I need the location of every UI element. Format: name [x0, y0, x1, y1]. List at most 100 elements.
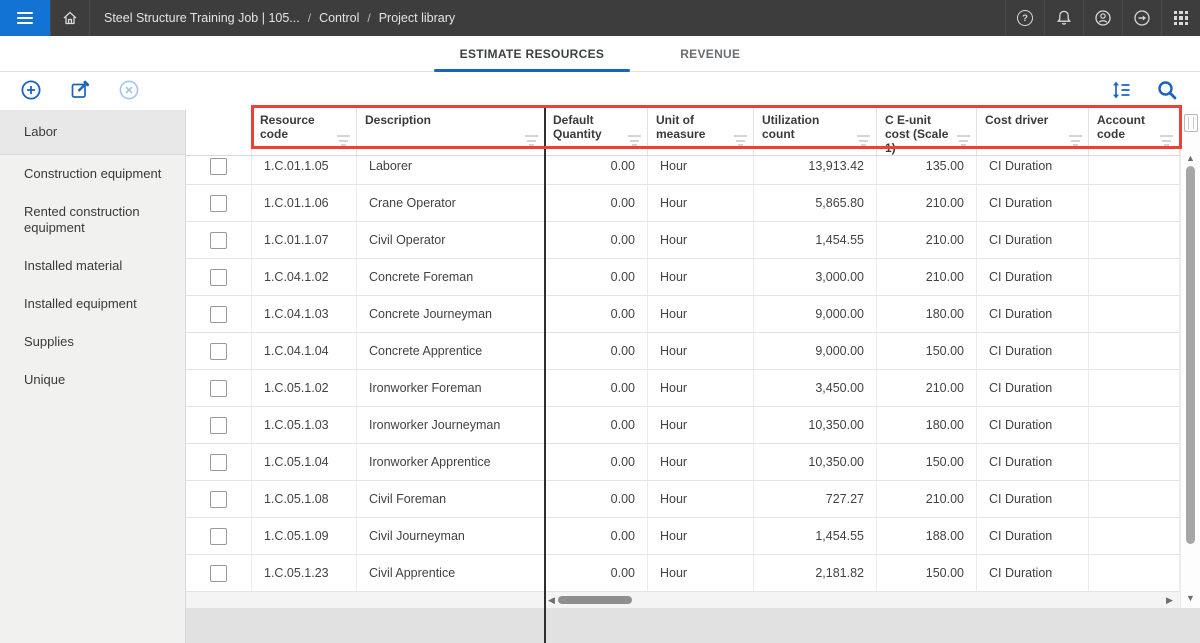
cell-account_code[interactable]	[1089, 555, 1180, 592]
cell-unit_of_measure[interactable]: Hour	[648, 370, 754, 407]
cell-cost_driver[interactable]: CI Duration	[977, 407, 1089, 444]
table-row[interactable]: 1.C.01.1.06Crane Operator0.00Hour5,865.8…	[186, 185, 1180, 222]
search-button[interactable]	[1156, 79, 1178, 101]
cell-code[interactable]: 1.C.05.1.04	[252, 444, 357, 481]
row-checkbox[interactable]	[210, 528, 227, 545]
cell-default_quantity[interactable]: 0.00	[545, 185, 648, 222]
filter-icon[interactable]	[628, 135, 641, 146]
scroll-up-button[interactable]: ▲	[1186, 150, 1195, 166]
cell-ce_unit_cost[interactable]: 150.00	[877, 444, 977, 481]
column-settings-icon[interactable]	[1184, 114, 1198, 132]
cell-cost_driver[interactable]: CI Duration	[977, 259, 1089, 296]
cell-unit_of_measure[interactable]: Hour	[648, 555, 754, 592]
cell-unit_of_measure[interactable]: Hour	[648, 185, 754, 222]
cell-account_code[interactable]	[1089, 518, 1180, 555]
sidebar-item-installed-equipment[interactable]: Installed equipment	[0, 285, 185, 323]
account-button[interactable]	[1083, 0, 1122, 36]
table-row[interactable]: 1.C.05.1.09Civil Journeyman0.00Hour1,454…	[186, 518, 1180, 555]
sidebar-item-supplies[interactable]: Supplies	[0, 323, 185, 361]
cell-unit_of_measure[interactable]: Hour	[648, 333, 754, 370]
row-checkbox[interactable]	[210, 232, 227, 249]
cell-code[interactable]: 1.C.05.1.02	[252, 370, 357, 407]
cell-ce_unit_cost[interactable]: 188.00	[877, 518, 977, 555]
add-resource-button[interactable]	[20, 79, 42, 101]
sidebar-item-rented-construction-equipment[interactable]: Rented construction equipment	[0, 193, 185, 247]
column-header-utilization-count[interactable]: Utilization count	[754, 108, 877, 156]
cell-description[interactable]: Ironworker Journeyman	[357, 407, 545, 444]
row-select-cell[interactable]	[186, 555, 252, 592]
cell-utilization_count[interactable]: 10,350.00	[754, 444, 877, 481]
filter-icon[interactable]	[1160, 135, 1173, 146]
cell-code[interactable]: 1.C.01.1.07	[252, 222, 357, 259]
sign-out-button[interactable]	[1122, 0, 1161, 36]
cell-utilization_count[interactable]: 5,865.80	[754, 185, 877, 222]
cell-unit_of_measure[interactable]: Hour	[648, 259, 754, 296]
filter-icon[interactable]	[337, 135, 350, 146]
row-checkbox[interactable]	[210, 380, 227, 397]
cell-ce_unit_cost[interactable]: 180.00	[877, 296, 977, 333]
cell-ce_unit_cost[interactable]: 210.00	[877, 370, 977, 407]
cell-cost_driver[interactable]: CI Duration	[977, 296, 1089, 333]
cell-account_code[interactable]	[1089, 481, 1180, 518]
horizontal-scrollbar-thumb[interactable]	[558, 596, 632, 604]
cell-unit_of_measure[interactable]: Hour	[648, 296, 754, 333]
column-header-default-quantity[interactable]: Default Quantity	[545, 108, 648, 156]
cell-default_quantity[interactable]: 0.00	[545, 370, 648, 407]
cell-default_quantity[interactable]: 0.00	[545, 481, 648, 518]
cell-description[interactable]: Civil Journeyman	[357, 518, 545, 555]
cell-account_code[interactable]	[1089, 259, 1180, 296]
tab-revenue[interactable]: REVENUE	[654, 36, 766, 71]
cell-unit_of_measure[interactable]: Hour	[648, 444, 754, 481]
cell-description[interactable]: Concrete Apprentice	[357, 333, 545, 370]
cell-utilization_count[interactable]: 1,454.55	[754, 518, 877, 555]
cell-utilization_count[interactable]: 10,350.00	[754, 407, 877, 444]
cell-ce_unit_cost[interactable]: 210.00	[877, 185, 977, 222]
cell-unit_of_measure[interactable]: Hour	[648, 407, 754, 444]
row-checkbox[interactable]	[210, 491, 227, 508]
cell-cost_driver[interactable]: CI Duration	[977, 481, 1089, 518]
cell-utilization_count[interactable]: 2,181.82	[754, 555, 877, 592]
breadcrumb-page[interactable]: Project library	[379, 11, 455, 25]
row-select-cell[interactable]	[186, 481, 252, 518]
cell-cost_driver[interactable]: CI Duration	[977, 555, 1089, 592]
row-checkbox[interactable]	[210, 306, 227, 323]
filter-icon[interactable]	[857, 135, 870, 146]
cell-account_code[interactable]	[1089, 333, 1180, 370]
home-button[interactable]	[50, 0, 90, 36]
cell-account_code[interactable]	[1089, 296, 1180, 333]
cell-ce_unit_cost[interactable]: 150.00	[877, 555, 977, 592]
cell-unit_of_measure[interactable]: Hour	[648, 518, 754, 555]
cell-code[interactable]: 1.C.01.1.06	[252, 185, 357, 222]
cell-utilization_count[interactable]: 9,000.00	[754, 333, 877, 370]
scroll-down-button[interactable]: ▼	[1186, 590, 1195, 606]
cell-default_quantity[interactable]: 0.00	[545, 407, 648, 444]
cell-utilization_count[interactable]: 3,000.00	[754, 259, 877, 296]
sidebar-item-labor[interactable]: Labor	[0, 110, 185, 155]
row-height-button[interactable]	[1111, 80, 1132, 100]
table-row[interactable]: 1.C.05.1.04Ironworker Apprentice0.00Hour…	[186, 444, 1180, 481]
cell-default_quantity[interactable]: 0.00	[545, 444, 648, 481]
filter-icon[interactable]	[525, 135, 538, 146]
row-checkbox[interactable]	[210, 195, 227, 212]
row-checkbox[interactable]	[210, 343, 227, 360]
breadcrumb-section[interactable]: Control	[319, 11, 359, 25]
cell-description[interactable]: Concrete Foreman	[357, 259, 545, 296]
cell-default_quantity[interactable]: 0.00	[545, 259, 648, 296]
cell-cost_driver[interactable]: CI Duration	[977, 518, 1089, 555]
column-header-c-e-unit-cost-scale-1[interactable]: C E-unit cost (Scale 1)	[877, 108, 977, 156]
cell-utilization_count[interactable]: 9,000.00	[754, 296, 877, 333]
cell-description[interactable]: Civil Foreman	[357, 481, 545, 518]
row-checkbox[interactable]	[210, 565, 227, 582]
cell-default_quantity[interactable]: 0.00	[545, 333, 648, 370]
table-row[interactable]: 1.C.05.1.08Civil Foreman0.00Hour727.2721…	[186, 481, 1180, 518]
column-header-description[interactable]: Description	[357, 108, 545, 156]
deactivate-resource-button[interactable]	[118, 79, 140, 101]
row-select-cell[interactable]	[186, 407, 252, 444]
row-select-cell[interactable]	[186, 222, 252, 259]
sidebar-item-unique[interactable]: Unique	[0, 361, 185, 399]
row-select-cell[interactable]	[186, 296, 252, 333]
cell-cost_driver[interactable]: CI Duration	[977, 370, 1089, 407]
cell-description[interactable]: Ironworker Apprentice	[357, 444, 545, 481]
cell-description[interactable]: Civil Operator	[357, 222, 545, 259]
filter-icon[interactable]	[734, 135, 747, 146]
